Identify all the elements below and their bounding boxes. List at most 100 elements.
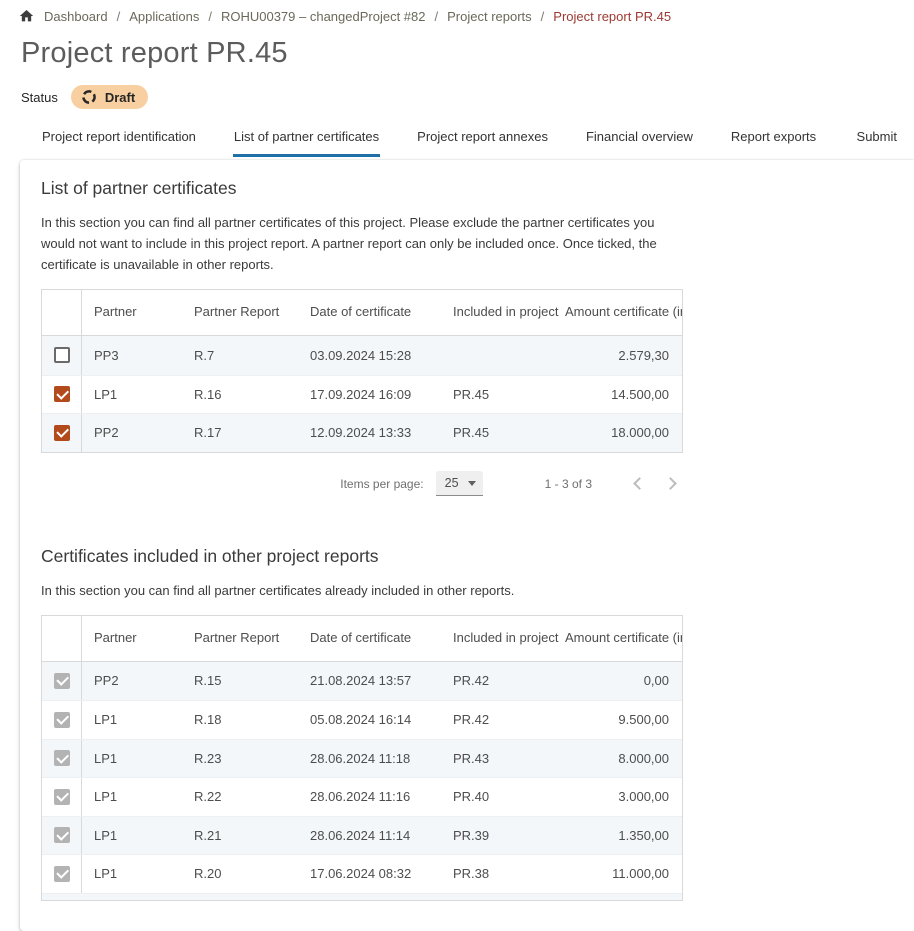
cell-partner: LP1 xyxy=(82,751,182,766)
paginator-range: 1 - 3 of 3 xyxy=(545,477,592,491)
checkbox-cell xyxy=(42,740,82,778)
cell-partner: PP2 xyxy=(82,673,182,688)
cell-partner-report: R.22 xyxy=(182,789,298,804)
status-label: Status xyxy=(21,90,58,105)
include-certificate-checkbox xyxy=(54,750,70,766)
cell-included-in-project-report: PR.43 xyxy=(441,751,559,766)
breadcrumb-separator: / xyxy=(208,9,212,24)
chevron-left-icon xyxy=(633,477,646,490)
cell-partner-report: R.18 xyxy=(182,712,298,727)
section-certificates-in-other-reports: Certificates included in other project r… xyxy=(41,546,890,901)
table-row: PP2R.1712.09.2024 13:33PR.4518.000,00 xyxy=(42,413,682,452)
tab-list-of-partner-certificates[interactable]: List of partner certificates xyxy=(233,123,380,157)
cell-date-of-certificate: 21.08.2024 13:57 xyxy=(298,673,441,688)
section-list-of-partner-certificates: List of partner certificates In this sec… xyxy=(41,178,890,501)
breadcrumb-separator: / xyxy=(435,9,439,24)
status-row: Status Draft xyxy=(21,85,914,109)
cell-date-of-certificate: 03.09.2024 15:28 xyxy=(298,348,441,363)
previous-page-button xyxy=(626,472,650,496)
section-description: In this section you can find all partner… xyxy=(41,580,691,601)
header-partner-report: Partner Report xyxy=(182,298,298,327)
cell-date-of-certificate: 12.09.2024 13:33 xyxy=(298,425,441,440)
cell-partner-report: R.15 xyxy=(182,673,298,688)
tab-submit[interactable]: Submit xyxy=(856,123,898,157)
table-row: LP1R.2128.06.2024 11:14PR.391.350,00 xyxy=(42,816,682,855)
cell-date-of-certificate: 28.06.2024 11:14 xyxy=(298,828,441,843)
cell-partner-report: R.16 xyxy=(182,387,298,402)
breadcrumb-current: Project report PR.45 xyxy=(553,9,671,24)
tab-project-report-annexes[interactable]: Project report annexes xyxy=(416,123,549,157)
page-title: Project report PR.45 xyxy=(21,37,914,70)
cell-included-in-project-report: PR.40 xyxy=(441,789,559,804)
breadcrumb-link-project-reports[interactable]: Project reports xyxy=(447,9,532,24)
include-certificate-checkbox xyxy=(54,827,70,843)
tab-report-exports[interactable]: Report exports xyxy=(730,123,817,157)
checkbox-cell xyxy=(42,855,82,893)
header-date-of-certificate: Date of certificate xyxy=(298,624,441,653)
breadcrumb-separator: / xyxy=(541,9,545,24)
include-certificate-checkbox xyxy=(54,712,70,728)
cell-amount-certificate: 8.000,00 xyxy=(559,751,682,766)
cell-partner-report: R.21 xyxy=(182,828,298,843)
paginator: Items per page: 25 1 - 3 of 3 xyxy=(41,467,684,501)
table-row: LP1R.2017.06.2024 08:32PR.3811.000,00 xyxy=(42,854,682,893)
section-description: In this section you can find all partner… xyxy=(41,212,691,275)
breadcrumb-link-applications[interactable]: Applications xyxy=(129,9,199,24)
home-icon[interactable] xyxy=(18,8,35,24)
cell-amount-certificate: 14.500,00 xyxy=(559,387,682,402)
header-date-of-certificate: Date of certificate xyxy=(298,298,441,327)
header-included-in-project-report: Included in project report xyxy=(441,624,559,653)
other-reports-certificates-table: Partner Partner Report Date of certifica… xyxy=(41,615,683,901)
next-page-button xyxy=(660,472,684,496)
cell-date-of-certificate: 17.09.2024 16:09 xyxy=(298,387,441,402)
cell-partner-report: R.7 xyxy=(182,348,298,363)
header-partner-report: Partner Report xyxy=(182,624,298,653)
partial-table-row xyxy=(42,893,682,900)
header-amount-certificate: Amount certificate (in Euro) xyxy=(559,624,682,653)
table-row: LP1R.2228.06.2024 11:16PR.403.000,00 xyxy=(42,777,682,816)
cell-partner: LP1 xyxy=(82,712,182,727)
cell-included-in-project-report: PR.38 xyxy=(441,866,559,881)
header-checkbox-column xyxy=(42,290,82,335)
include-certificate-checkbox xyxy=(54,673,70,689)
table-header: Partner Partner Report Date of certifica… xyxy=(42,616,682,662)
table-row: LP1R.1805.08.2024 16:14PR.429.500,00 xyxy=(42,700,682,739)
tab-financial-overview[interactable]: Financial overview xyxy=(585,123,694,157)
tab-bar: Project report identification List of pa… xyxy=(0,123,914,157)
cell-date-of-certificate: 28.06.2024 11:18 xyxy=(298,751,441,766)
partner-certificates-table: Partner Partner Report Date of certifica… xyxy=(41,289,683,453)
cell-partner: LP1 xyxy=(82,789,182,804)
cell-included-in-project-report: PR.39 xyxy=(441,828,559,843)
header-amount-certificate: Amount certificate (in Euro) xyxy=(559,298,682,327)
checkbox-cell xyxy=(42,336,82,375)
cell-amount-certificate: 2.579,30 xyxy=(559,348,682,363)
table-row: LP1R.1617.09.2024 16:09PR.4514.500,00 xyxy=(42,375,682,414)
cell-partner-report: R.23 xyxy=(182,751,298,766)
breadcrumb-link-project[interactable]: ROHU00379 – changedProject #82 xyxy=(221,9,426,24)
chevron-down-icon xyxy=(468,481,476,486)
include-certificate-checkbox[interactable] xyxy=(54,386,70,402)
cell-included-in-project-report: PR.42 xyxy=(441,673,559,688)
breadcrumb-separator: / xyxy=(117,9,121,24)
include-certificate-checkbox[interactable] xyxy=(54,347,70,363)
breadcrumb-link-dashboard[interactable]: Dashboard xyxy=(44,9,108,24)
cell-partner: LP1 xyxy=(82,387,182,402)
cell-amount-certificate: 18.000,00 xyxy=(559,425,682,440)
content-card: List of partner certificates In this sec… xyxy=(20,160,914,931)
checkbox-cell xyxy=(42,701,82,739)
page-size-value: 25 xyxy=(445,476,459,490)
table-row: PP3R.703.09.2024 15:28 2.579,30 xyxy=(42,336,682,375)
cell-partner-report: R.17 xyxy=(182,425,298,440)
include-certificate-checkbox[interactable] xyxy=(54,425,70,441)
cell-partner: PP2 xyxy=(82,425,182,440)
checkbox-cell xyxy=(42,817,82,855)
header-included-in-project-report: Included in project report xyxy=(441,298,559,327)
cell-partner: PP3 xyxy=(82,348,182,363)
page-size-select[interactable]: 25 xyxy=(436,471,483,496)
cell-date-of-certificate: 05.08.2024 16:14 xyxy=(298,712,441,727)
header-partner: Partner xyxy=(82,298,182,327)
tab-project-report-identification[interactable]: Project report identification xyxy=(41,123,197,157)
table-row: LP1R.2328.06.2024 11:18PR.438.000,00 xyxy=(42,739,682,778)
cell-amount-certificate: 11.000,00 xyxy=(559,866,682,881)
checkbox-cell xyxy=(42,662,82,701)
